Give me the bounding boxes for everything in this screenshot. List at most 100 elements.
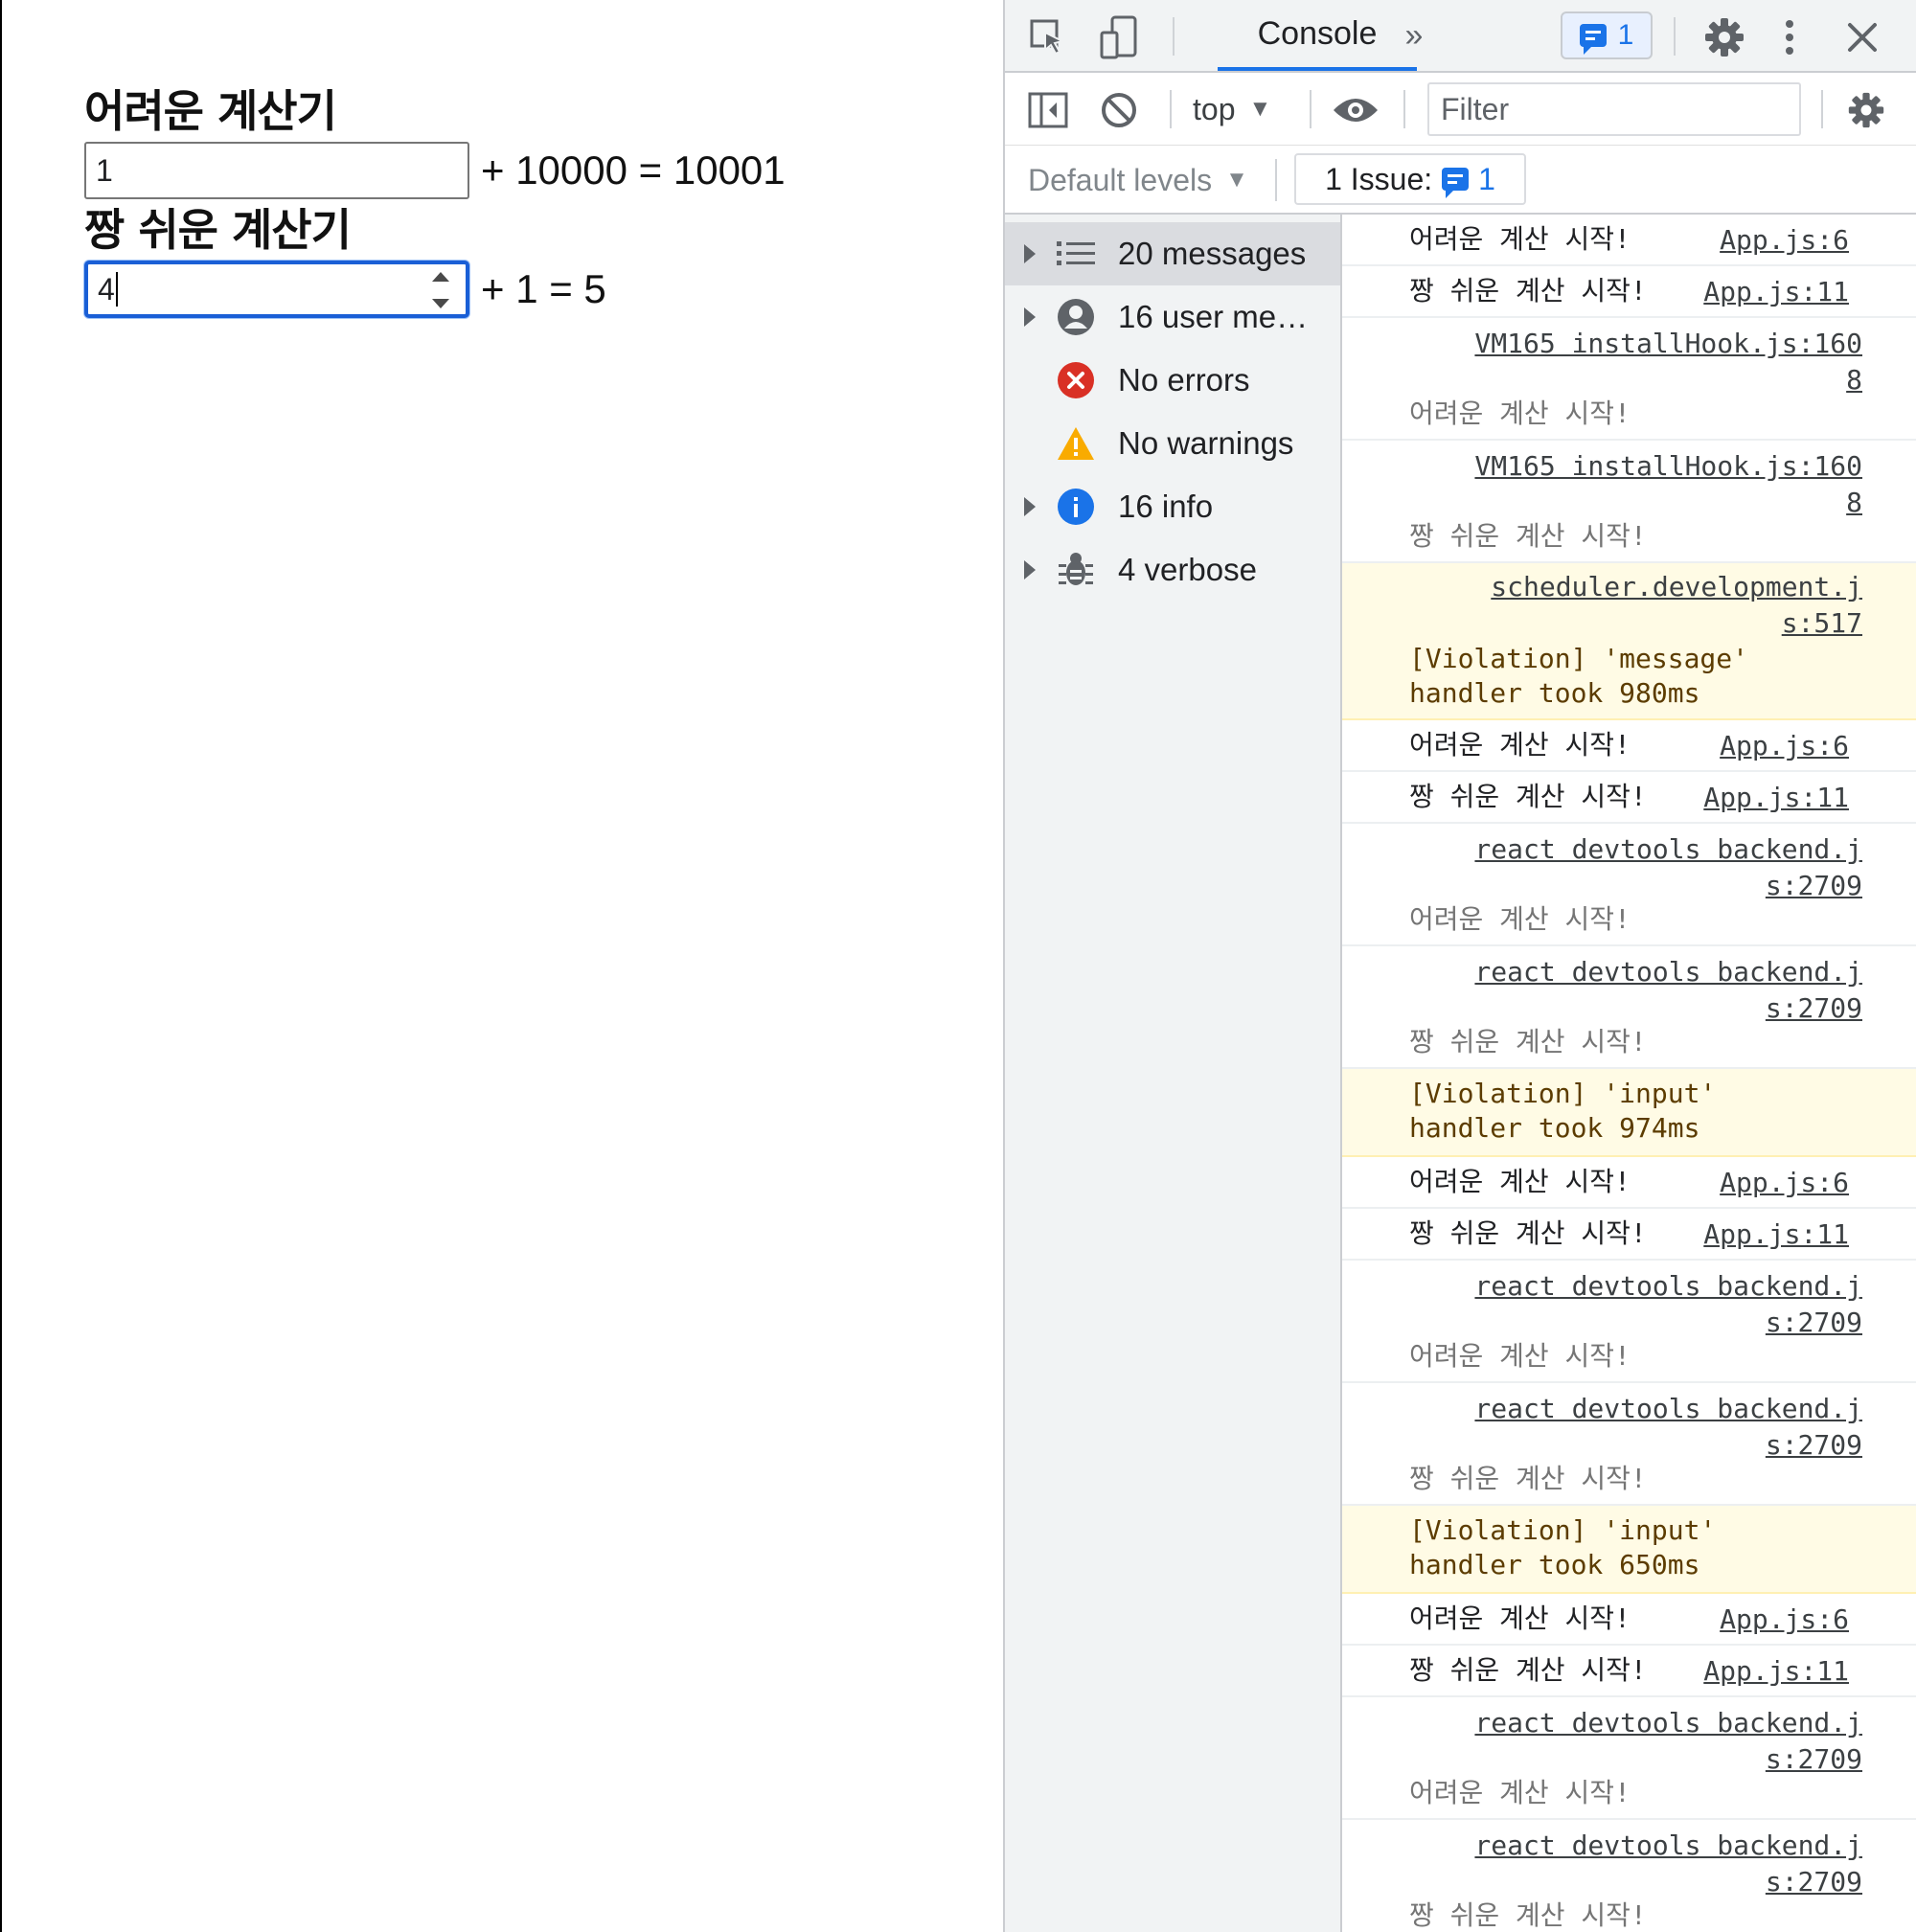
- sidebar-item-messages[interactable]: 20 messages: [1005, 222, 1340, 285]
- message-text: [Violation] 'input' handler took 974ms: [1409, 1078, 1717, 1144]
- live-expression-eye-icon[interactable]: [1329, 88, 1382, 132]
- sidebar-item-label: 20 messages: [1118, 236, 1307, 271]
- message-source-link[interactable]: App.js:6: [1720, 1602, 1849, 1638]
- devtools-main-toolbar: Console » 1: [1005, 0, 1916, 73]
- more-tabs-icon[interactable]: »: [1392, 13, 1436, 57]
- message-text: 어려운 계산 시작!: [1409, 1340, 1631, 1372]
- expand-arrow-icon[interactable]: [1005, 560, 1055, 580]
- sidebar-item-label: No errors: [1118, 362, 1250, 398]
- console-message: 짱 쉬운 계산 시작! App.js:11: [1342, 772, 1916, 824]
- filter-input[interactable]: Filter: [1427, 82, 1801, 136]
- message-text: 어려운 계산 시작!: [1409, 398, 1631, 429]
- console-message: VM165 installHook.js:160 8 짱 쉬운 계산 시작!: [1342, 441, 1916, 563]
- number-spinner[interactable]: [427, 272, 454, 308]
- message-source-link[interactable]: App.js:11: [1703, 1216, 1849, 1253]
- user-icon: [1055, 296, 1097, 338]
- console-message: 짱 쉬운 계산 시작! App.js:11: [1342, 1209, 1916, 1261]
- message-source-link[interactable]: react devtools backend.j s:2709: [1474, 1705, 1862, 1778]
- sidebar-item-errors[interactable]: No errors: [1005, 349, 1340, 412]
- issues-count: 1: [1478, 161, 1495, 196]
- sidebar-item-label: 4 verbose: [1118, 552, 1257, 587]
- message-source-link[interactable]: App.js:11: [1703, 1653, 1849, 1690]
- console-violation-message: [Violation] 'input' handler took 974ms: [1342, 1069, 1916, 1157]
- toggle-sidebar-icon[interactable]: [1026, 88, 1070, 132]
- settings-gear-icon[interactable]: [1700, 13, 1748, 61]
- toolbar-divider: [1310, 90, 1312, 128]
- console-message: 짱 쉬운 계산 시작! App.js:11: [1342, 1646, 1916, 1697]
- easy-expression: + 1 = 5: [481, 266, 606, 311]
- error-icon: [1055, 359, 1097, 401]
- console-violation-message: scheduler.development.j s:517 [Violation…: [1342, 563, 1916, 720]
- hard-calculator-row: 1 + 10000 = 10001: [84, 142, 786, 199]
- console-message: 어려운 계산 시작! App.js:6: [1342, 720, 1916, 772]
- expand-arrow-icon[interactable]: [1005, 244, 1055, 263]
- inspect-element-icon[interactable]: [1026, 15, 1070, 59]
- easy-number-input[interactable]: 4: [84, 261, 469, 318]
- expand-arrow-icon[interactable]: [1005, 497, 1055, 516]
- dropdown-caret-icon: ▼: [1248, 96, 1272, 122]
- sidebar-item-info[interactable]: 16 info: [1005, 475, 1340, 538]
- console-message: react devtools backend.j s:2709 어려운 계산 시…: [1342, 1697, 1916, 1820]
- message-source-link[interactable]: react devtools backend.j s:2709: [1474, 1391, 1862, 1464]
- console-message: 어려운 계산 시작! App.js:6: [1342, 215, 1916, 266]
- console-toolbar: top ▼ Filter: [1005, 73, 1916, 146]
- message-text: [Violation] 'message' handler took 980ms: [1409, 643, 1749, 709]
- message-source-link[interactable]: scheduler.development.j s:517: [1491, 569, 1862, 642]
- message-source-link[interactable]: VM165 installHook.js:160 8: [1474, 326, 1862, 398]
- tab-console[interactable]: Console: [1218, 0, 1417, 71]
- console-message: react devtools backend.j s:2709 어려운 계산 시…: [1342, 1261, 1916, 1383]
- devtools-panel: Console » 1 top ▼ Filter Default levels …: [1003, 0, 1916, 1932]
- console-message: 짱 쉬운 계산 시작! App.js:11: [1342, 266, 1916, 318]
- message-text: 어려운 계산 시작!: [1409, 1602, 1631, 1634]
- console-message: 어려운 계산 시작! App.js:6: [1342, 1594, 1916, 1646]
- message-text: 어려운 계산 시작!: [1409, 1166, 1631, 1197]
- sidebar-item-verbose[interactable]: 4 verbose: [1005, 538, 1340, 602]
- message-source-link[interactable]: react devtools backend.j s:2709: [1474, 954, 1862, 1027]
- device-toolbar-icon[interactable]: [1097, 13, 1141, 61]
- sidebar-item-user-messages[interactable]: 16 user me…: [1005, 285, 1340, 349]
- hard-expression: + 10000 = 10001: [481, 148, 786, 193]
- sidebar-item-label: 16 info: [1118, 489, 1214, 524]
- message-source-link[interactable]: App.js:11: [1703, 780, 1849, 816]
- console-message: react devtools backend.j s:2709 짱 쉬운 계산 …: [1342, 1383, 1916, 1506]
- message-text: 짱 쉬운 계산 시작!: [1409, 1463, 1647, 1494]
- context-select[interactable]: top ▼: [1193, 82, 1271, 136]
- kebab-menu-icon[interactable]: [1775, 13, 1804, 61]
- context-value: top: [1193, 91, 1236, 126]
- message-text: 짱 쉬운 계산 시작!: [1409, 1026, 1647, 1057]
- spin-up-icon[interactable]: [432, 272, 449, 282]
- console-sidebar: 20 messages 16 user me… No errors No war…: [1005, 215, 1342, 1932]
- spin-down-icon[interactable]: [432, 299, 449, 308]
- message-source-link[interactable]: react devtools backend.j s:2709: [1474, 1268, 1862, 1341]
- bug-icon: [1055, 549, 1097, 591]
- console-messages: 어려운 계산 시작! App.js:6 짱 쉬운 계산 시작! App.js:1…: [1342, 215, 1916, 1932]
- default-levels-dropdown[interactable]: Default levels ▼: [1028, 153, 1248, 207]
- console-message: VM165 installHook.js:160 8 어려운 계산 시작!: [1342, 318, 1916, 441]
- close-icon[interactable]: [1838, 13, 1886, 61]
- message-source-link[interactable]: App.js:6: [1720, 222, 1849, 259]
- message-text: 어려운 계산 시작!: [1409, 729, 1631, 761]
- sidebar-item-label: No warnings: [1118, 425, 1294, 461]
- issue-chat-icon: [1442, 168, 1470, 198]
- toolbar-divider: [1674, 17, 1676, 56]
- message-source-link[interactable]: VM165 installHook.js:160 8: [1474, 448, 1862, 521]
- issues-badge[interactable]: 1: [1561, 11, 1653, 59]
- message-source-link[interactable]: App.js:6: [1720, 1165, 1849, 1201]
- text-caret: [115, 272, 118, 307]
- toolbar-divider: [1821, 90, 1823, 128]
- list-icon: [1055, 233, 1097, 275]
- info-icon: [1055, 486, 1097, 528]
- sidebar-item-warnings[interactable]: No warnings: [1005, 412, 1340, 475]
- hard-number-input[interactable]: 1: [84, 142, 469, 199]
- clear-console-icon[interactable]: [1097, 88, 1141, 132]
- message-source-link[interactable]: App.js:11: [1703, 274, 1849, 310]
- message-source-link[interactable]: react devtools backend.j s:2709: [1474, 831, 1862, 904]
- filter-placeholder: Filter: [1441, 91, 1510, 126]
- message-source-link[interactable]: App.js:6: [1720, 728, 1849, 764]
- message-source-link[interactable]: react devtools backend.j s:2709: [1474, 1828, 1862, 1900]
- console-settings-gear-icon[interactable]: [1842, 88, 1890, 132]
- toolbar-divider: [1275, 159, 1277, 201]
- expand-arrow-icon[interactable]: [1005, 307, 1055, 327]
- issues-button[interactable]: 1 Issue: 1: [1294, 153, 1526, 205]
- console-message: react devtools backend.j s:2709 짱 쉬운 계산 …: [1342, 1820, 1916, 1932]
